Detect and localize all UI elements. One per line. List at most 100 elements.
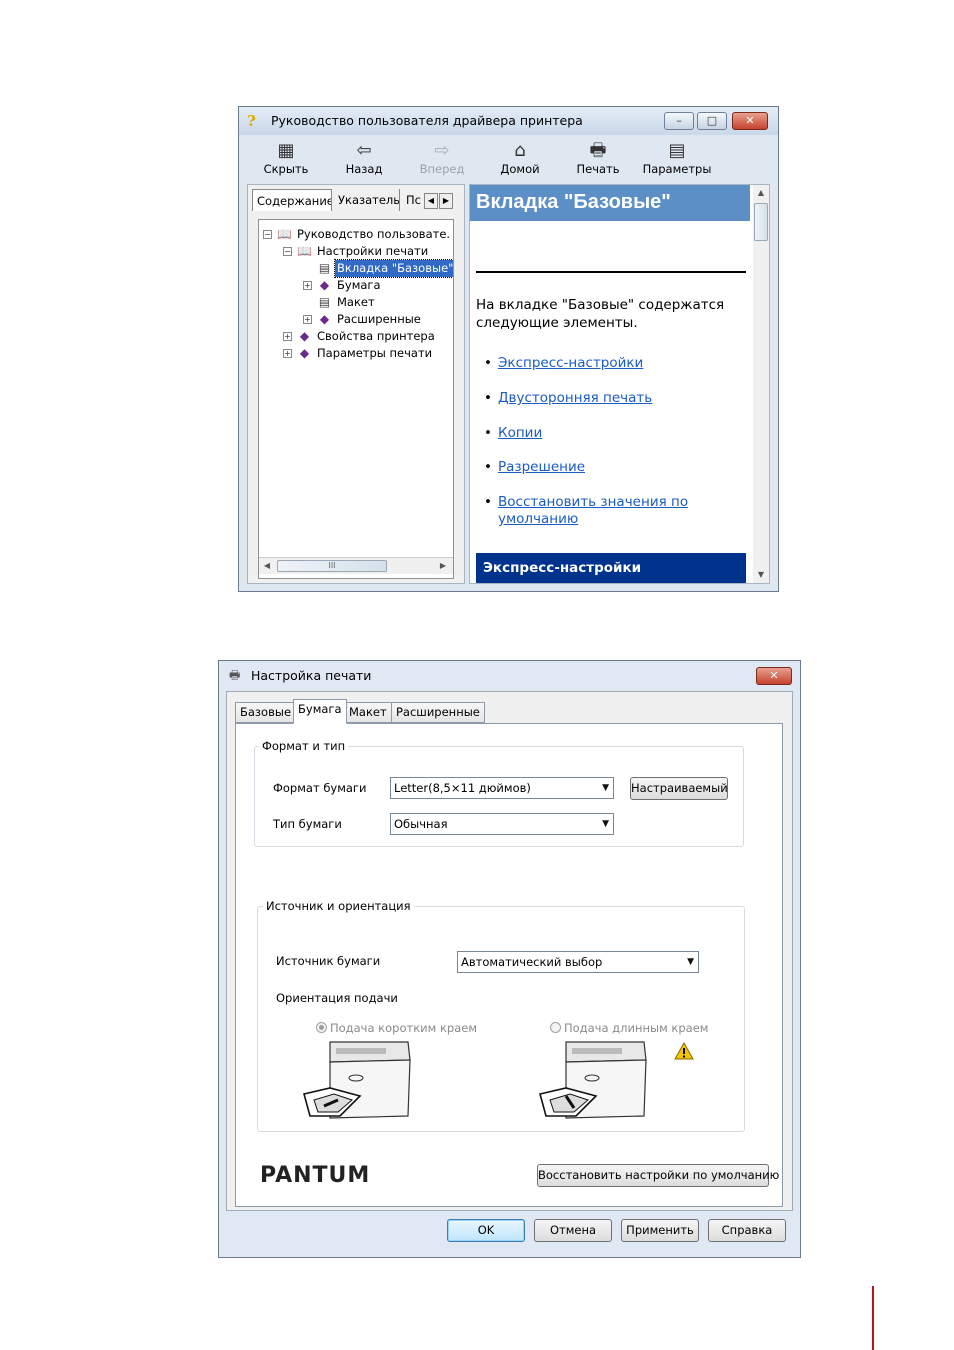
topic-vertical-scrollbar[interactable]: ▲ ▼ bbox=[753, 185, 769, 583]
list-item: • Двусторонняя печать bbox=[484, 390, 653, 406]
tab-basic[interactable]: Базовые bbox=[235, 702, 297, 723]
forward-icon: ⇨ bbox=[434, 140, 450, 161]
help-app-icon: ? bbox=[247, 112, 256, 130]
list-item: • Восстановить значения по умолчанию bbox=[484, 494, 689, 527]
help-window-title: Руководство пользователя драйвера принте… bbox=[271, 113, 583, 128]
scroll-up-icon[interactable]: ▲ bbox=[753, 185, 769, 201]
page-icon: ▤ bbox=[318, 295, 331, 309]
paper-source-select[interactable]: Автоматический выбор ▼ bbox=[457, 951, 699, 973]
help-toolbar: ▦ Скрыть ⇦ Назад ⇨ Вперед ⌂ Домой 🖶 Печа… bbox=[247, 141, 767, 181]
apply-button[interactable]: Применить bbox=[621, 1219, 699, 1242]
list-item: • Копии bbox=[484, 425, 543, 441]
dialog-close-button[interactable]: ✕ bbox=[756, 667, 792, 685]
paper-type-label: Тип бумаги bbox=[273, 817, 342, 831]
print-dialog-title: Настройка печати bbox=[251, 668, 372, 683]
paper-tab-panel: Формат и тип Формат бумаги Letter(8,5×11… bbox=[235, 723, 783, 1207]
tree-item-label: Вкладка "Базовые" bbox=[334, 259, 453, 278]
print-label: Печать bbox=[576, 162, 620, 176]
pantum-logo: PANTUM bbox=[260, 1163, 371, 1188]
tab-paper[interactable]: Бумага bbox=[293, 699, 347, 724]
print-icon: 🖶 bbox=[589, 140, 607, 161]
closed-book-icon: ◆ bbox=[299, 346, 310, 360]
topic-intro: На вкладке "Базовые" содержатся следующи… bbox=[476, 297, 725, 331]
expand-icon[interactable]: + bbox=[283, 332, 292, 341]
options-button[interactable]: ▤ Параметры bbox=[641, 141, 713, 181]
home-label: Домой bbox=[500, 162, 540, 176]
collapse-icon[interactable]: − bbox=[263, 230, 272, 239]
tab-search[interactable]: Пс bbox=[402, 189, 424, 211]
tab-scroll-left-icon[interactable]: ◀ bbox=[424, 193, 438, 209]
hide-label: Скрыть bbox=[263, 162, 309, 176]
closed-book-icon: ◆ bbox=[299, 329, 310, 343]
help-titlebar[interactable]: ? Руководство пользователя драйвера прин… bbox=[239, 107, 778, 135]
scroll-thumb[interactable]: III bbox=[277, 560, 387, 572]
back-label: Назад bbox=[345, 162, 383, 176]
scroll-left-icon[interactable]: ◀ bbox=[259, 558, 275, 574]
link-resolution[interactable]: Разрешение bbox=[498, 459, 585, 475]
help-window: ? Руководство пользователя драйвера прин… bbox=[238, 106, 779, 592]
scroll-down-icon[interactable]: ▼ bbox=[753, 567, 769, 583]
tab-scroll-right-icon[interactable]: ▶ bbox=[439, 193, 453, 209]
forward-button[interactable]: ⇨ Вперед bbox=[415, 141, 469, 181]
collapse-icon[interactable]: − bbox=[283, 247, 292, 256]
section-heading: Экспресс-настройки bbox=[476, 553, 746, 583]
hide-icon: ▦ bbox=[277, 140, 295, 161]
chevron-down-icon: ▼ bbox=[602, 819, 609, 829]
tab-contents[interactable]: Содержание bbox=[252, 189, 332, 211]
dialog-body: Базовые Бумага Макет Расширенные Формат … bbox=[226, 691, 793, 1211]
link-copies[interactable]: Копии bbox=[498, 425, 542, 441]
expand-icon[interactable]: + bbox=[303, 315, 312, 324]
tree-item-label: Руководство пользовате. bbox=[297, 227, 451, 241]
tree-item-label: Макет bbox=[337, 295, 375, 309]
restore-defaults-button[interactable]: Восстановить настройки по умолчанию bbox=[537, 1164, 779, 1187]
expand-icon[interactable]: + bbox=[303, 281, 312, 290]
printer-short-edge-illustration bbox=[303, 1041, 411, 1119]
print-button[interactable]: 🖶 Печать bbox=[573, 141, 623, 181]
long-edge-radio[interactable]: Подача длинным краем bbox=[550, 1021, 708, 1035]
tab-advanced[interactable]: Расширенные bbox=[391, 702, 485, 723]
tab-layout[interactable]: Макет bbox=[344, 702, 392, 723]
minimize-button[interactable]: – bbox=[664, 112, 694, 130]
chevron-down-icon: ▼ bbox=[687, 957, 694, 967]
tree-horizontal-scrollbar[interactable]: ◀ III ▶ bbox=[259, 557, 453, 574]
paper-size-select[interactable]: Letter(8,5×11 дюймов) ▼ bbox=[390, 777, 614, 799]
help-button[interactable]: Справка bbox=[708, 1219, 786, 1242]
maximize-button[interactable]: □ bbox=[697, 112, 727, 130]
scroll-right-icon[interactable]: ▶ bbox=[435, 558, 451, 574]
paper-type-select[interactable]: Обычная ▼ bbox=[390, 813, 614, 835]
short-edge-radio[interactable]: Подача коротким краем bbox=[316, 1021, 477, 1035]
close-button[interactable]: ✕ bbox=[732, 112, 768, 130]
home-button[interactable]: ⌂ Домой bbox=[495, 141, 545, 181]
hide-button[interactable]: ▦ Скрыть bbox=[261, 141, 311, 181]
link-express-settings[interactable]: Экспресс-настройки bbox=[498, 355, 643, 371]
expand-icon[interactable]: + bbox=[283, 349, 292, 358]
page-edge-marker bbox=[872, 1286, 874, 1350]
format-group-legend: Формат и тип bbox=[259, 739, 349, 753]
tree-item-label: Бумага bbox=[337, 278, 381, 292]
paper-source-label: Источник бумаги bbox=[276, 954, 381, 968]
tree-item-label: Расширенные bbox=[337, 312, 421, 326]
ok-button[interactable]: OK bbox=[447, 1219, 525, 1242]
page-icon: ▤ bbox=[318, 261, 331, 275]
tab-index[interactable]: Указатель bbox=[334, 189, 400, 211]
long-edge-label: Подача длинным краем bbox=[564, 1021, 709, 1035]
link-restore-defaults[interactable]: Восстановить значения по умолчанию bbox=[498, 494, 688, 527]
open-book-icon: 📖 bbox=[277, 227, 292, 241]
scroll-thumb[interactable] bbox=[754, 203, 768, 241]
back-button[interactable]: ⇦ Назад bbox=[339, 141, 389, 181]
forward-label: Вперед bbox=[419, 162, 465, 176]
home-icon: ⌂ bbox=[514, 140, 526, 161]
navigation-pane: Содержание Указатель Пс ◀ ▶ − 📖 Руководс… bbox=[247, 184, 465, 584]
options-label: Параметры bbox=[642, 162, 712, 176]
chevron-down-icon: ▼ bbox=[602, 783, 609, 793]
link-duplex[interactable]: Двусторонняя печать bbox=[498, 390, 652, 406]
radio-empty-icon bbox=[550, 1022, 561, 1033]
list-item: • Экспресс-настройки bbox=[484, 355, 644, 371]
cancel-button[interactable]: Отмена bbox=[534, 1219, 612, 1242]
closed-book-icon: ◆ bbox=[319, 278, 330, 292]
custom-size-button[interactable]: Настраиваемый bbox=[630, 777, 728, 800]
topic-title: Вкладка "Базовые" bbox=[470, 185, 750, 221]
printer-icon: 🖶 bbox=[229, 668, 241, 682]
print-dialog-titlebar[interactable]: 🖶 Настройка печати ✕ bbox=[219, 661, 800, 689]
paper-source-value: Автоматический выбор bbox=[461, 955, 603, 969]
